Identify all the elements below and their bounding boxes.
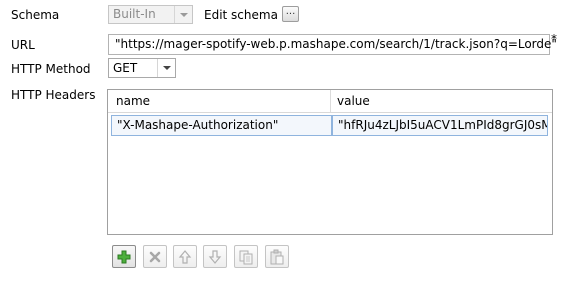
url-label: URL: [11, 38, 35, 52]
header-name-cell[interactable]: "X-Mashape-Authorization": [111, 115, 332, 136]
add-icon: [117, 250, 131, 264]
paste-icon: [270, 249, 284, 265]
copy-icon: [239, 250, 253, 265]
copy-button[interactable]: [234, 245, 258, 268]
edit-schema-label: Edit schema: [204, 8, 278, 22]
delete-row-button[interactable]: [143, 245, 167, 268]
required-marker: *: [551, 32, 557, 46]
url-field[interactable]: "https://mager-spotify-web.p.mashape.com…: [108, 34, 557, 55]
header-name-value: "X-Mashape-Authorization": [117, 118, 279, 132]
table-row[interactable]: "X-Mashape-Authorization" "hfRJu4zLJbI5u…: [108, 115, 552, 136]
column-divider[interactable]: [330, 90, 331, 112]
ellipsis-icon: ...: [285, 6, 296, 17]
http-method-value: GET: [113, 61, 138, 75]
move-up-icon: [178, 250, 192, 264]
schema-select[interactable]: Built-In: [108, 5, 193, 24]
http-headers-label: HTTP Headers: [11, 88, 96, 102]
schema-label: Schema: [11, 8, 60, 22]
http-method-label: HTTP Method: [11, 62, 91, 76]
http-headers-table[interactable]: name value "X-Mashape-Authorization" "hf…: [107, 89, 553, 235]
chevron-down-icon: [157, 59, 175, 77]
schema-select-value: Built-In: [113, 7, 156, 21]
url-field-value: "https://mager-spotify-web.p.mashape.com…: [115, 37, 557, 51]
edit-schema-button[interactable]: ...: [282, 6, 299, 22]
header-value-cell[interactable]: "hfRJu4zLJbI5uACV1LmPId8grGJ0sM...: [332, 115, 548, 136]
http-method-select[interactable]: GET: [108, 58, 176, 78]
move-down-icon: [208, 250, 222, 264]
column-header-name[interactable]: name: [116, 94, 150, 109]
column-header-value[interactable]: value: [337, 94, 370, 109]
move-down-button[interactable]: [203, 245, 227, 268]
chevron-down-icon: [174, 6, 192, 23]
add-row-button[interactable]: [112, 245, 136, 268]
paste-button[interactable]: [265, 245, 289, 268]
move-up-button[interactable]: [173, 245, 197, 268]
header-value-value: "hfRJu4zLJbI5uACV1LmPId8grGJ0sM...: [338, 118, 548, 132]
table-header: name value: [108, 90, 552, 113]
delete-icon: [149, 251, 161, 263]
